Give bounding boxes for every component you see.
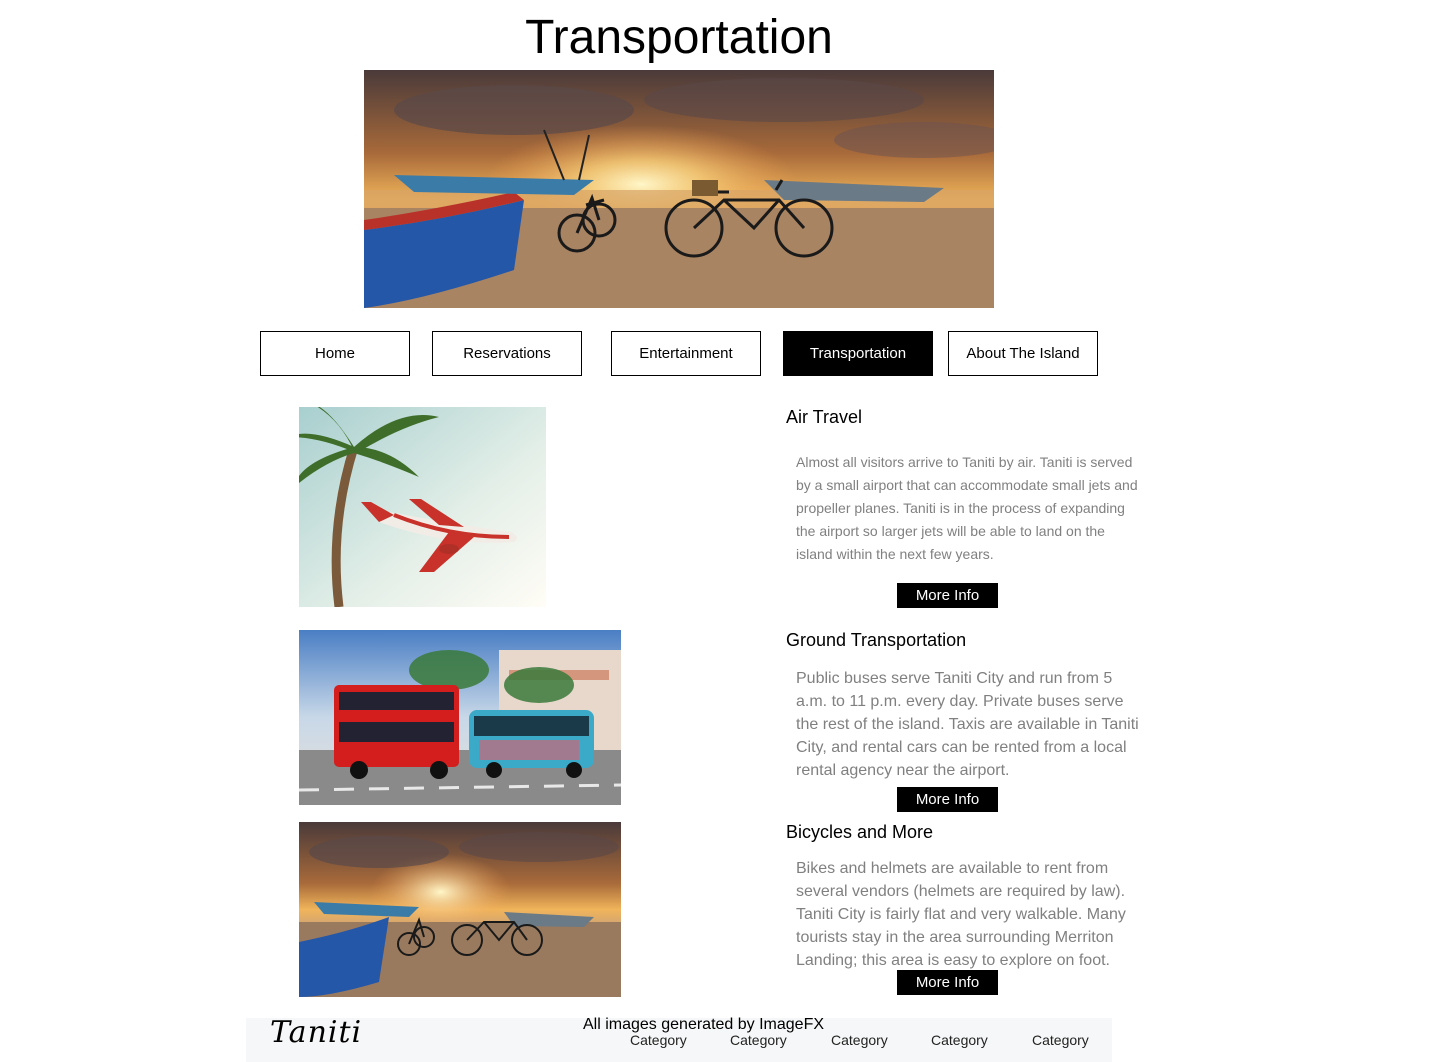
page-title: Transportation [525, 11, 833, 64]
nav-reservations[interactable]: Reservations [432, 331, 582, 376]
air-travel-more-info-button[interactable]: More Info [897, 583, 998, 608]
image-credit: All images generated by ImageFX [583, 1016, 825, 1033]
footer-category-link[interactable]: Category [630, 1032, 687, 1049]
footer-category-link[interactable]: Category [730, 1032, 787, 1049]
nav-transportation[interactable]: Transportation [783, 331, 933, 376]
air-travel-text: Almost all visitors arrive to Taniti by … [796, 454, 1138, 562]
nav-about-the-island[interactable]: About The Island [948, 331, 1098, 376]
footer-category-link[interactable]: Category [831, 1032, 888, 1049]
bicycles-more-info-button[interactable]: More Info [897, 970, 998, 995]
air-travel-image [299, 407, 546, 607]
bicycles-title: Bicycles and More [786, 822, 934, 842]
air-travel-title: Air Travel [786, 407, 863, 427]
ground-transportation-more-info-button[interactable]: More Info [897, 787, 998, 812]
ground-transportation-text: Public buses serve Taniti City and run f… [796, 670, 1139, 779]
ground-transportation-title: Ground Transportation [786, 630, 967, 650]
taniti-logo[interactable]: Taniti [270, 1018, 362, 1048]
nav-home[interactable]: Home [260, 331, 410, 376]
footer-category-link[interactable]: Category [931, 1032, 988, 1049]
nav-entertainment[interactable]: Entertainment [611, 331, 761, 376]
bicycles-image [299, 822, 621, 997]
ground-transportation-image [299, 630, 621, 805]
bicycles-text: Bikes and helmets are available to rent … [796, 860, 1126, 969]
footer-category-link[interactable]: Category [1032, 1032, 1089, 1049]
hero-image [364, 70, 994, 308]
